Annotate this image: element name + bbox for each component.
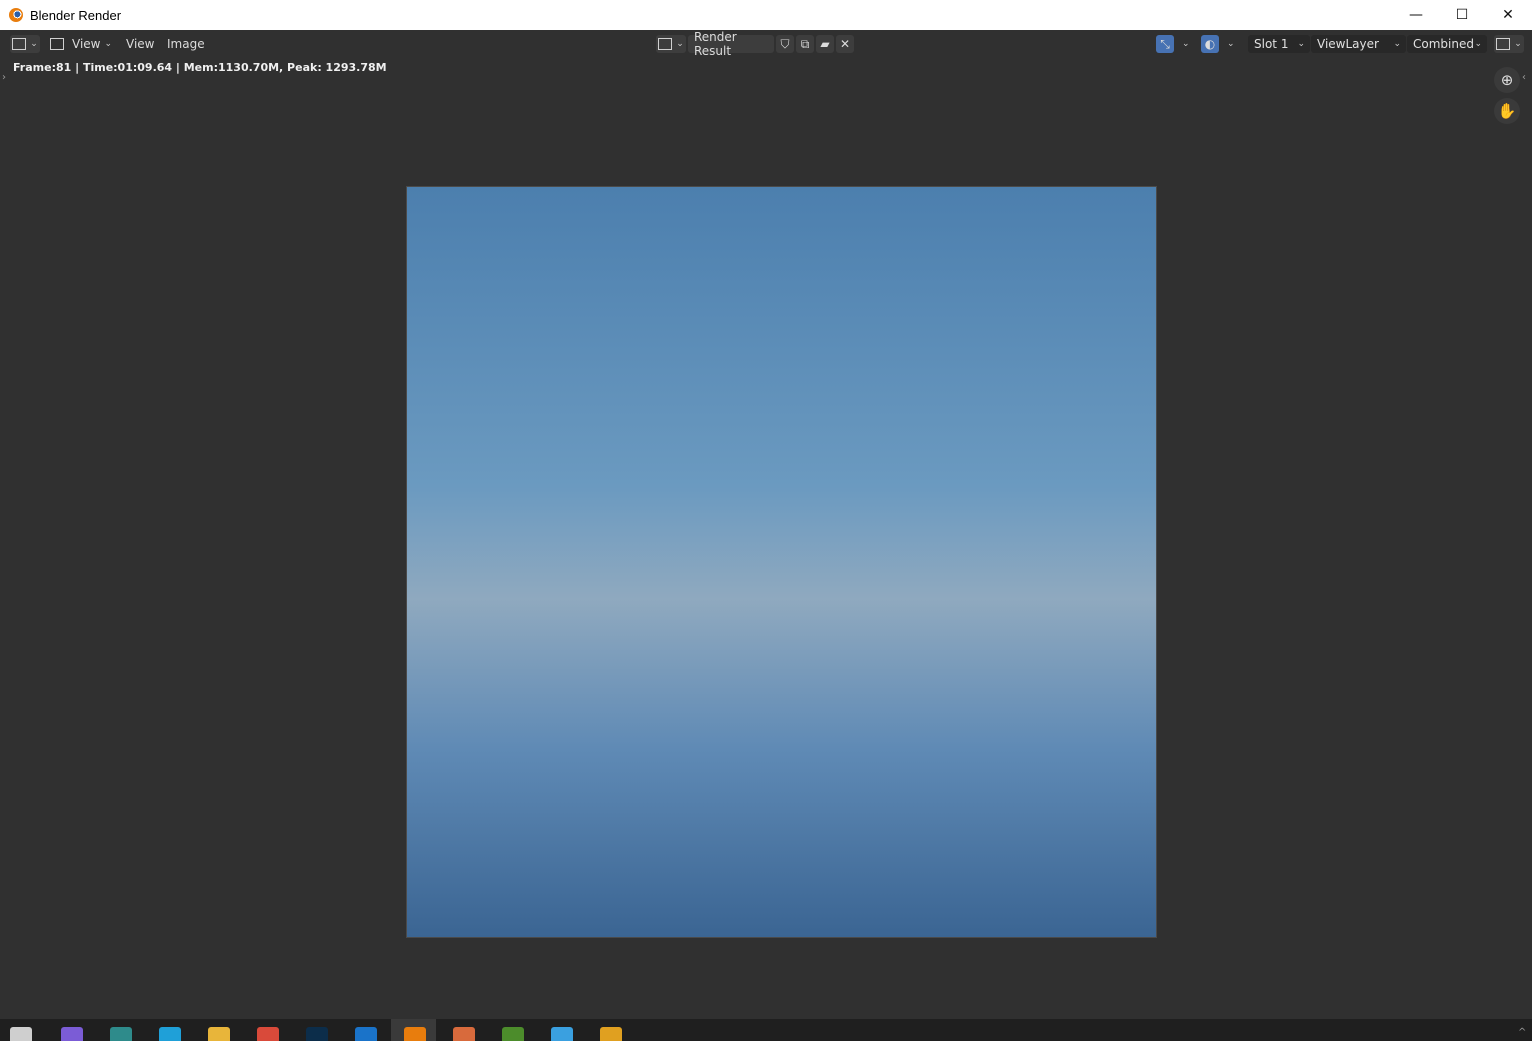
- open-folder-icon: ▰: [820, 37, 830, 51]
- store-icon[interactable]: [551, 1027, 573, 1041]
- close-icon: ✕: [839, 37, 851, 51]
- image-mode-icon: [50, 38, 64, 50]
- toolbar-expand-arrow[interactable]: ›: [2, 72, 6, 83]
- maximize-button[interactable]: ☐: [1439, 0, 1485, 30]
- chrome-icon[interactable]: [257, 1027, 279, 1041]
- view-menu[interactable]: View: [126, 35, 154, 53]
- render-pass-label: Combined: [1413, 37, 1474, 51]
- copilot-icon[interactable]: [61, 1027, 83, 1041]
- render-result-canvas[interactable]: [406, 186, 1157, 938]
- blender-taskbar-icon[interactable]: [404, 1027, 426, 1041]
- app2-icon[interactable]: [453, 1027, 475, 1041]
- display-channels-dropdown[interactable]: ⌄: [1494, 35, 1524, 53]
- render-placeholder: [407, 187, 1156, 937]
- fake-user-button[interactable]: ⛉: [776, 35, 794, 53]
- os-taskbar: ^: [0, 1019, 1532, 1041]
- browse-image-button[interactable]: ⌄: [656, 35, 686, 53]
- file-explorer-icon[interactable]: [208, 1027, 230, 1041]
- blender-logo-icon: [9, 8, 23, 22]
- overlay-toggle[interactable]: ◐: [1201, 35, 1219, 53]
- editor-type-button[interactable]: ⌄: [10, 35, 40, 53]
- zoom-button[interactable]: ⊕: [1494, 67, 1520, 93]
- render-pass-dropdown[interactable]: Combined ⌄: [1407, 35, 1487, 53]
- app3-icon[interactable]: [502, 1027, 524, 1041]
- edge-browser-icon[interactable]: [159, 1027, 181, 1041]
- title-bar: Blender Render — ☐ ✕: [0, 0, 1532, 30]
- image-menu[interactable]: Image: [167, 35, 205, 53]
- gizmo-toggle[interactable]: ⤡: [1156, 35, 1174, 53]
- shield-icon: ⛉: [780, 36, 790, 51]
- close-window-button[interactable]: ✕: [1485, 0, 1531, 30]
- hand-pan-icon: ✋: [1497, 102, 1517, 120]
- duplicate-icon: ⧉: [800, 36, 810, 51]
- view-mode-label: View: [72, 37, 101, 51]
- app-icon[interactable]: [110, 1027, 132, 1041]
- view-layer-dropdown[interactable]: ViewLayer ⌄: [1311, 35, 1406, 53]
- slot-label: Slot 1: [1254, 37, 1289, 51]
- editor-type-icon: [12, 38, 27, 50]
- image-name-field[interactable]: Render Result: [688, 30, 774, 58]
- overlay-icon: ◐: [1204, 37, 1216, 51]
- chrome2-icon[interactable]: [600, 1027, 622, 1041]
- unlink-image-button[interactable]: ✕: [836, 35, 854, 53]
- overlay-dropdown[interactable]: ⌄: [1223, 35, 1235, 53]
- task-view-icon[interactable]: [10, 1027, 32, 1041]
- sidebar-expand-arrow[interactable]: ‹: [1522, 72, 1526, 83]
- pan-button[interactable]: ✋: [1494, 98, 1520, 124]
- slot-dropdown[interactable]: Slot 1 ⌄: [1248, 35, 1310, 53]
- open-image-button[interactable]: ▰: [816, 35, 834, 53]
- gizmo-icon: ⤡: [1160, 36, 1170, 51]
- display-channels-icon: [1496, 38, 1511, 50]
- zoom-icon: ⊕: [1500, 71, 1514, 89]
- photoshop-icon[interactable]: [306, 1027, 328, 1041]
- view-mode-dropdown[interactable]: View ⌄: [50, 35, 112, 53]
- new-image-button[interactable]: ⧉: [796, 35, 814, 53]
- tray-expand-icon[interactable]: ^: [1518, 1027, 1526, 1038]
- view-layer-label: ViewLayer: [1317, 37, 1379, 51]
- image-browse-icon: [658, 38, 673, 50]
- window-title: Blender Render: [30, 7, 122, 23]
- render-stats: Frame:81 | Time:01:09.64 | Mem:1130.70M,…: [13, 61, 387, 74]
- gizmo-dropdown[interactable]: ⌄: [1178, 35, 1190, 53]
- minimize-button[interactable]: —: [1393, 0, 1439, 30]
- outlook-icon[interactable]: [355, 1027, 377, 1041]
